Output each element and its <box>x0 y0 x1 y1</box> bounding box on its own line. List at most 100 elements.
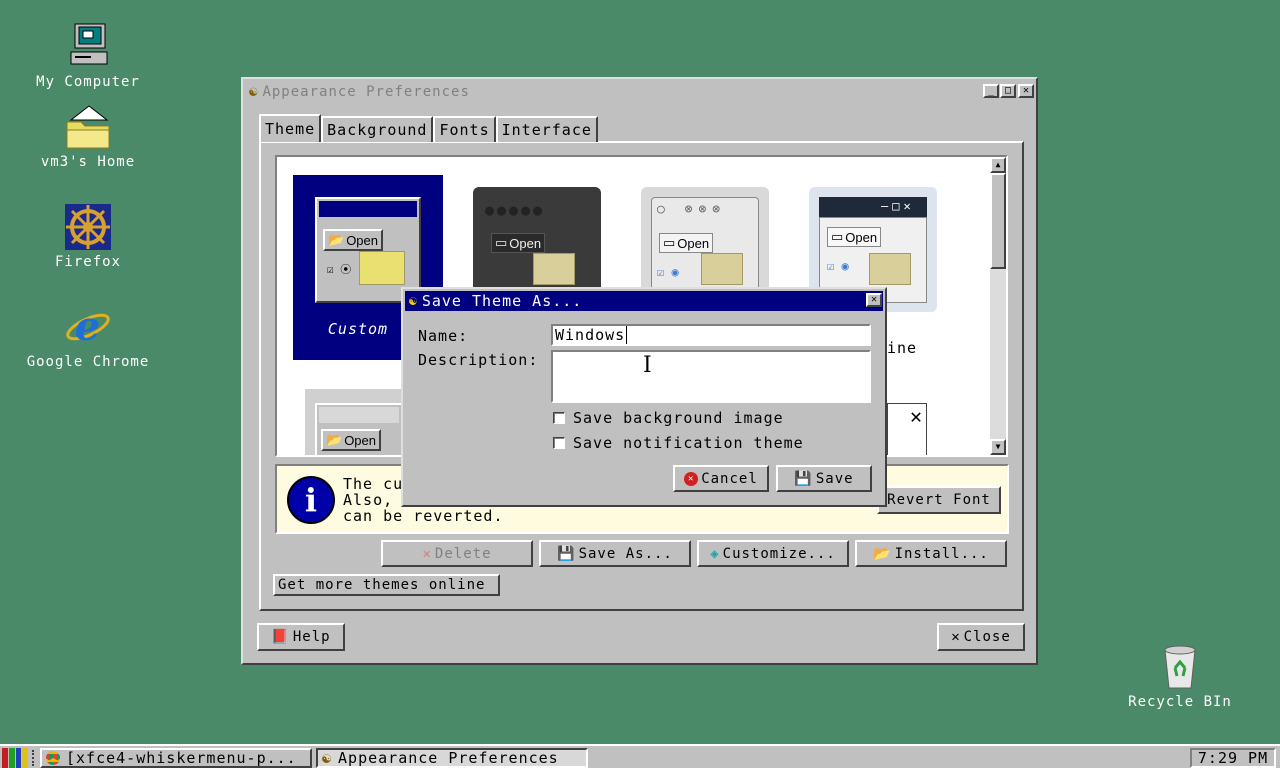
dialog-close-button[interactable]: ✕ <box>866 293 882 307</box>
cancel-button[interactable]: ✕ Cancel <box>673 465 769 492</box>
desktop-icon-label: Recycle BIn <box>1128 694 1232 710</box>
theme-label: ine <box>887 339 918 357</box>
clock[interactable]: 7:29 PM <box>1190 748 1276 768</box>
desktop-icon-label: vm3's Home <box>40 154 136 170</box>
description-label: Description: <box>418 351 539 369</box>
folder-icon <box>359 251 405 285</box>
taskbar-item-label: Appearance Preferences <box>338 749 559 767</box>
desktop-icon-firefox[interactable]: Firefox <box>13 202 163 270</box>
text-caret <box>626 326 628 344</box>
taskbar-item-label: [xfce4-whiskermenu-p... <box>66 749 297 767</box>
scrollbar-thumb[interactable] <box>990 173 1006 269</box>
help-button[interactable]: 📕 Help <box>257 623 345 651</box>
desktop-icon-label: Google Chrome <box>26 354 150 370</box>
customize-label: Customize... <box>722 545 836 562</box>
close-window-button[interactable]: ✕ <box>1018 84 1034 98</box>
customize-button[interactable]: ◈ Customize... <box>697 540 849 567</box>
helm-icon <box>63 202 113 252</box>
tab-interface[interactable]: Interface <box>495 116 598 142</box>
desktop-icon-my-computer[interactable]: My Computer <box>13 22 163 90</box>
cancel-icon: ✕ <box>684 471 699 486</box>
save-as-label: Save As... <box>578 545 673 562</box>
scroll-down-arrow[interactable]: ▼ <box>990 439 1006 455</box>
window-titlebar[interactable]: ☯ Appearance Preferences <box>245 81 1034 103</box>
floppy-icon: 💾 <box>557 545 576 562</box>
tab-background[interactable]: Background <box>321 116 434 142</box>
taskbar: [xfce4-whiskermenu-p... ☯ Appearance Pre… <box>0 744 1280 768</box>
name-label: Name: <box>418 327 469 345</box>
checkbox-box[interactable] <box>553 412 565 424</box>
close-label: Close <box>963 629 1011 645</box>
app-icon: ☯ <box>249 84 259 100</box>
save-as-button[interactable]: 💾 Save As... <box>539 540 691 567</box>
minimize-button[interactable]: _ <box>983 84 999 98</box>
delete-icon: ✕ <box>422 545 432 562</box>
save-notification-label: Save notification theme <box>573 434 804 452</box>
save-theme-dialog: ☯ Save Theme As... ✕ Name: Windows Descr… <box>401 287 887 507</box>
scroll-up-arrow[interactable]: ▲ <box>990 157 1006 173</box>
ie-icon: e <box>63 302 113 352</box>
name-field-value: Windows <box>555 326 626 344</box>
info-icon: i <box>287 476 335 524</box>
folder-open-icon: 📂 <box>326 432 343 447</box>
close-button[interactable]: ✕ Close <box>937 623 1025 651</box>
cancel-label: Cancel <box>701 470 758 487</box>
home-folder-icon <box>63 102 113 152</box>
folder-open-icon: ▭ <box>663 235 676 250</box>
floppy-icon: 💾 <box>794 470 813 487</box>
start-menu-icon[interactable] <box>2 748 28 768</box>
close-icon: ✕ <box>951 629 961 645</box>
theme-item-partial[interactable]: ✕ <box>887 403 927 455</box>
computer-icon <box>63 22 113 72</box>
folder-icon <box>869 253 911 285</box>
taskbar-item-appearance[interactable]: ☯ Appearance Preferences <box>316 748 588 768</box>
theme-list-scrollbar[interactable]: ▲ ▼ <box>990 157 1006 455</box>
delete-button[interactable]: ✕ Delete <box>381 540 533 567</box>
name-field[interactable]: Windows <box>551 324 871 346</box>
folder-open-icon: 📂 <box>873 545 892 562</box>
dialog-title: Save Theme As... <box>421 292 583 310</box>
folder-icon <box>533 253 575 285</box>
i-beam-cursor-icon: I <box>643 353 652 378</box>
desktop-icon-label: Firefox <box>54 254 121 270</box>
theme-preview-open-label: Open <box>344 432 376 448</box>
desktop-icon-home[interactable]: vm3's Home <box>13 102 163 170</box>
tab-theme[interactable]: Theme <box>259 114 322 142</box>
install-label: Install... <box>894 545 989 562</box>
folder-open-icon: 📂 <box>328 232 345 247</box>
help-label: Help <box>292 629 331 645</box>
window-title: Appearance Preferences <box>262 84 470 100</box>
customize-icon: ◈ <box>710 545 720 562</box>
get-more-themes-button[interactable]: Get more themes online <box>273 574 500 596</box>
tab-fonts[interactable]: Fonts <box>433 116 496 142</box>
folder-open-icon: ▭ <box>831 229 844 244</box>
checkbox-box[interactable] <box>553 437 565 449</box>
desktop-icon-label: My Computer <box>36 74 140 90</box>
app-icon: ☯ <box>322 749 333 767</box>
get-more-themes-label: Get more themes online <box>278 577 486 593</box>
app-icon: ☯ <box>409 293 418 309</box>
description-field[interactable] <box>551 350 871 403</box>
desktop-icon-chrome[interactable]: e Google Chrome <box>13 302 163 370</box>
delete-label: Delete <box>434 545 492 562</box>
chrome-icon <box>46 751 60 765</box>
theme-item-classic[interactable]: 📂 Open <box>305 389 405 455</box>
maximize-button[interactable]: □ <box>1000 84 1016 98</box>
revert-font-button[interactable]: Revert Font <box>877 486 1001 514</box>
save-background-checkbox[interactable]: Save background image <box>553 409 784 427</box>
taskbar-item-whiskermenu[interactable]: [xfce4-whiskermenu-p... <box>40 748 312 768</box>
theme-preview-open-label: Open <box>509 235 542 251</box>
install-button[interactable]: 📂 Install... <box>855 540 1007 567</box>
taskbar-separator <box>32 750 36 766</box>
theme-preview-open-label: Open <box>677 235 710 251</box>
desktop-icon-recycle-bin[interactable]: Recycle BIn <box>1105 642 1255 710</box>
save-notification-checkbox[interactable]: Save notification theme <box>553 434 804 452</box>
revert-font-label: Revert Font <box>887 492 991 508</box>
folder-icon <box>701 253 743 285</box>
theme-preview-open-label: Open <box>845 229 878 245</box>
svg-text:e: e <box>75 303 101 350</box>
save-button[interactable]: 💾 Save <box>776 465 872 492</box>
dialog-titlebar[interactable]: ☯ Save Theme As... <box>405 291 883 311</box>
tab-strip: Theme Background Fonts Interface <box>259 114 598 142</box>
recycle-bin-icon <box>1155 642 1205 692</box>
